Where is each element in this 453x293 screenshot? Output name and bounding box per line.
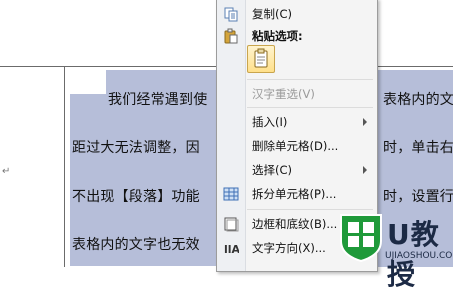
doc-line-1[interactable]: 我们经常遇到使 <box>108 89 207 109</box>
menu-separator <box>247 79 373 80</box>
menu-item-hanzi-reselect-label: 汉字重选(V) <box>252 87 315 101</box>
menu-item-select-label: 选择(C) <box>252 163 293 177</box>
paragraph-mark: ↵ <box>2 166 11 177</box>
paste-keep-format-button[interactable] <box>247 45 275 73</box>
doc-line-3[interactable]: 不出现【段落】功能 <box>72 186 200 206</box>
menu-item-delete-cells[interactable]: 删除单元格(D)... <box>217 135 377 157</box>
watermark-url: UJIAOSHOU.COM <box>385 251 453 261</box>
table-left-column-border <box>64 66 65 267</box>
doc-right-fragment-3[interactable]: 时，设置行 <box>383 186 453 206</box>
menu-item-copy-label: 复制(C) <box>252 7 293 21</box>
submenu-arrow-icon <box>363 166 367 174</box>
paste-icon <box>224 28 238 44</box>
paste-options-label: 粘贴选项: <box>252 29 303 43</box>
doc-right-fragment-1[interactable]: 表格内的文 <box>383 89 453 109</box>
doc-line-4[interactable]: 表格内的文字也无效 <box>72 234 200 254</box>
menu-header-paste-options: 粘贴选项: <box>217 25 377 47</box>
menu-item-insert-label: 插入(I) <box>252 115 288 129</box>
menu-item-text-direction-label: 文字方向(X)... <box>252 241 326 255</box>
menu-item-insert[interactable]: 插入(I) <box>217 111 377 133</box>
paste-clipboard-icon <box>254 48 268 68</box>
text-direction-icon: llA <box>224 243 239 256</box>
svg-text:llA: llA <box>224 243 239 256</box>
doc-right-fragment-2[interactable]: 时，单击右 <box>383 137 453 157</box>
doc-line-2[interactable]: 距过大无法调整，因 <box>72 137 200 157</box>
copy-icon <box>224 7 238 22</box>
menu-separator <box>247 107 373 108</box>
submenu-arrow-icon <box>363 118 367 126</box>
watermark-shield-icon <box>340 214 382 263</box>
watermark-logo: U教授 UJIAOSHOU.COM <box>333 205 453 291</box>
menu-item-split-cells-label: 拆分单元格(P)... <box>252 187 337 201</box>
split-cells-icon <box>223 187 239 201</box>
menu-item-hanzi-reselect[interactable]: 汉字重选(V) <box>217 83 377 105</box>
menu-item-delete-cells-label: 删除单元格(D)... <box>252 139 339 153</box>
borders-icon <box>224 217 239 232</box>
menu-item-borders-shading-label: 边框和底纹(B)... <box>252 217 338 231</box>
menu-item-select[interactable]: 选择(C) <box>217 159 377 181</box>
menu-item-split-cells[interactable]: 拆分单元格(P)... <box>217 183 377 205</box>
menu-item-copy[interactable]: 复制(C) <box>217 3 377 25</box>
